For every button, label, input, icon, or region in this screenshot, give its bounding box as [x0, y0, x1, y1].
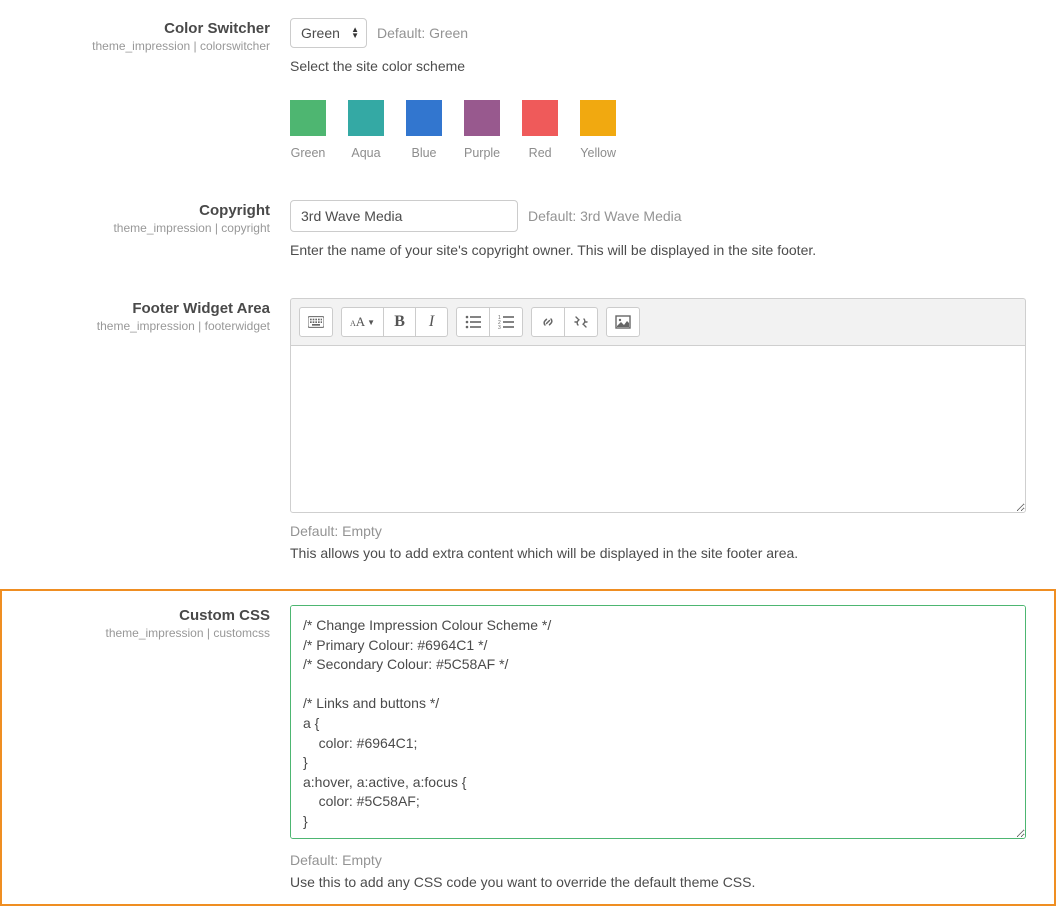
toolbar-link-button[interactable]	[531, 307, 565, 337]
color-swatch-label: Blue	[406, 146, 442, 160]
control-col: Default: 3rd Wave Media Enter the name o…	[290, 200, 1026, 258]
color-swatch-box	[464, 100, 500, 136]
toolbar-source-button[interactable]	[299, 307, 333, 337]
setting-row-footer-widget: Footer Widget Area theme_impression | fo…	[30, 298, 1026, 561]
color-swatch-list: Green Aqua Blue Purple Red Yellow	[290, 100, 1026, 160]
color-swatch-box	[406, 100, 442, 136]
toolbar-unlink-button[interactable]	[565, 307, 598, 337]
control-col: Default: Empty Use this to add any CSS c…	[290, 605, 1026, 890]
footer-widget-description: This allows you to add extra content whi…	[290, 545, 1026, 561]
footer-widget-editor[interactable]	[290, 345, 1026, 513]
color-switcher-default: Default: Green	[377, 25, 468, 41]
numbered-list-icon: 123	[498, 314, 514, 330]
color-switcher-label: Color Switcher	[30, 20, 270, 37]
label-col: Copyright theme_impression | copyright	[30, 200, 290, 258]
copyright-description: Enter the name of your site's copyright …	[290, 242, 1026, 258]
italic-icon: I	[429, 313, 434, 331]
toolbar-font-button[interactable]: AA▼	[341, 307, 384, 337]
keyboard-icon	[308, 314, 324, 330]
color-swatch[interactable]: Aqua	[348, 100, 384, 160]
color-swatch[interactable]: Yellow	[580, 100, 616, 160]
chevron-down-icon: ▼	[367, 318, 375, 327]
toolbar-bullet-list-button[interactable]	[456, 307, 490, 337]
custom-css-textarea[interactable]	[290, 605, 1026, 839]
color-switcher-select[interactable]: Green	[290, 18, 367, 48]
label-col: Color Switcher theme_impression | colors…	[30, 18, 290, 160]
image-icon	[615, 314, 631, 330]
setting-row-copyright: Copyright theme_impression | copyright D…	[30, 200, 1026, 258]
footer-widget-label: Footer Widget Area	[30, 300, 270, 317]
copyright-label: Copyright	[30, 202, 270, 219]
color-swatch-box	[348, 100, 384, 136]
color-swatch[interactable]: Blue	[406, 100, 442, 160]
color-swatch-label: Aqua	[348, 146, 384, 160]
unlink-icon	[573, 314, 589, 330]
label-col: Footer Widget Area theme_impression | fo…	[30, 298, 290, 561]
color-swatch-label: Red	[522, 146, 558, 160]
copyright-input[interactable]	[290, 200, 518, 232]
color-swatch-label: Green	[290, 146, 326, 160]
link-icon	[540, 314, 556, 330]
toolbar-numbered-list-button[interactable]: 123	[490, 307, 523, 337]
bold-icon: B	[394, 313, 405, 331]
toolbar-bold-button[interactable]: B	[384, 307, 416, 337]
custom-css-description: Use this to add any CSS code you want to…	[290, 874, 1026, 890]
svg-text:3: 3	[498, 325, 501, 330]
control-col: Green ▲▼ Default: Green Select the site …	[290, 18, 1026, 160]
color-swatch[interactable]: Green	[290, 100, 326, 160]
control-col: AA▼ B I 123	[290, 298, 1026, 561]
copyright-default: Default: 3rd Wave Media	[528, 208, 682, 224]
footer-widget-default: Default: Empty	[290, 523, 1026, 539]
custom-css-path: theme_impression | customcss	[30, 626, 270, 640]
color-swatch-label: Purple	[464, 146, 500, 160]
font-family-icon: AA	[350, 314, 365, 330]
color-swatch-box	[580, 100, 616, 136]
color-switcher-description: Select the site color scheme	[290, 58, 1026, 74]
color-swatch-box	[522, 100, 558, 136]
toolbar-italic-button[interactable]: I	[416, 307, 448, 337]
setting-row-custom-css: Custom CSS theme_impression | customcss …	[0, 589, 1056, 906]
editor-toolbar: AA▼ B I 123	[290, 298, 1026, 345]
color-swatch[interactable]: Purple	[464, 100, 500, 160]
toolbar-image-button[interactable]	[606, 307, 640, 337]
copyright-path: theme_impression | copyright	[30, 221, 270, 235]
footer-widget-path: theme_impression | footerwidget	[30, 319, 270, 333]
color-swatch-label: Yellow	[580, 146, 616, 160]
setting-row-color-switcher: Color Switcher theme_impression | colors…	[30, 18, 1026, 160]
bullet-list-icon	[465, 314, 481, 330]
color-switcher-path: theme_impression | colorswitcher	[30, 39, 270, 53]
color-swatch[interactable]: Red	[522, 100, 558, 160]
custom-css-label: Custom CSS	[30, 607, 270, 624]
custom-css-default: Default: Empty	[290, 852, 1026, 868]
label-col: Custom CSS theme_impression | customcss	[30, 605, 290, 890]
color-swatch-box	[290, 100, 326, 136]
